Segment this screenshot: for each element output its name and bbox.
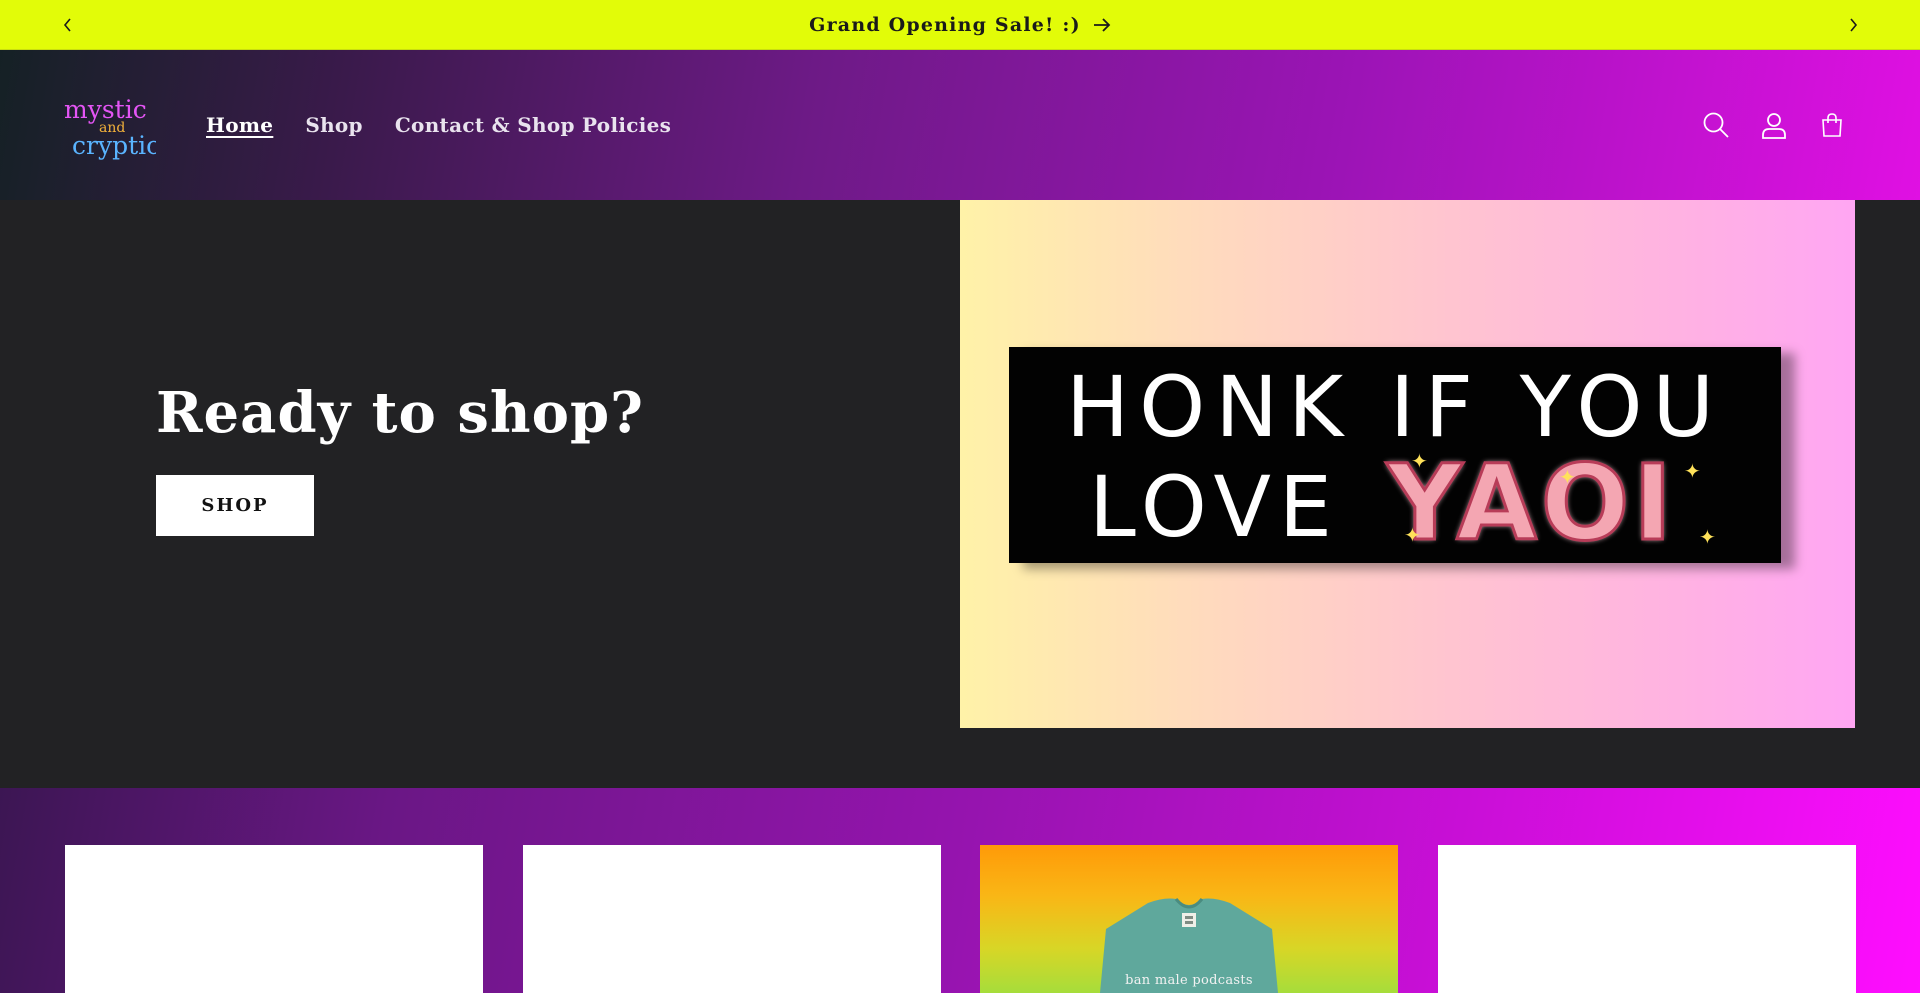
- featured-collection: ban male podcasts: [0, 788, 1920, 993]
- search-icon: [1703, 112, 1729, 138]
- bumper-sticker-image: HONK IF YOU LOVE YAOI ✦ ✦ ✦ ✦ ✦: [1009, 347, 1781, 563]
- site-header: mystic and cryptic Home Shop Contact & S…: [0, 50, 1920, 200]
- product-card[interactable]: [523, 845, 941, 993]
- sparkle-icon: ✦: [1559, 465, 1576, 489]
- announcement-bar: Grand Opening Sale! :): [0, 0, 1920, 50]
- hero-image: HONK IF YOU LOVE YAOI ✦ ✦ ✦ ✦ ✦: [960, 200, 1855, 728]
- chevron-right-icon: [1850, 18, 1858, 32]
- search-button[interactable]: [1697, 106, 1735, 144]
- sticker-line-2: LOVE: [1089, 458, 1340, 556]
- announcement-next-button[interactable]: [1833, 0, 1873, 50]
- product-card[interactable]: [1438, 845, 1856, 993]
- sticker-highlight-word: YAOI: [1386, 442, 1676, 564]
- tshirt-print-text: ban male podcasts: [1125, 973, 1253, 988]
- account-button[interactable]: [1755, 106, 1793, 144]
- logo[interactable]: mystic and cryptic: [64, 94, 156, 160]
- tshirt-image: [1100, 898, 1278, 993]
- arrow-right-icon: [1093, 18, 1111, 32]
- account-icon: [1762, 113, 1786, 139]
- nav-item-home[interactable]: Home: [206, 113, 273, 137]
- hero-banner: Ready to shop? SHOP HONK IF YOU LOVE YAO…: [0, 200, 1920, 788]
- product-card[interactable]: [65, 845, 483, 993]
- sparkle-icon: ✦: [1404, 523, 1421, 547]
- nav-item-contact[interactable]: Contact & Shop Policies: [395, 113, 671, 137]
- nav-item-shop[interactable]: Shop: [305, 113, 363, 137]
- logo-word-cryptic: cryptic: [72, 131, 156, 160]
- product-card[interactable]: ban male podcasts: [980, 845, 1398, 993]
- cart-button[interactable]: [1813, 106, 1851, 144]
- main-nav: Home Shop Contact & Shop Policies: [206, 50, 671, 200]
- cart-icon: [1822, 113, 1842, 137]
- sparkle-icon: ✦: [1699, 525, 1716, 549]
- announcement-message[interactable]: Grand Opening Sale! :): [0, 0, 1920, 50]
- sparkle-icon: ✦: [1411, 449, 1428, 473]
- sparkle-icon: ✦: [1684, 459, 1701, 483]
- hero-title: Ready to shop?: [156, 380, 644, 446]
- shop-button[interactable]: SHOP: [156, 475, 314, 536]
- announcement-text[interactable]: Grand Opening Sale! :): [809, 14, 1081, 36]
